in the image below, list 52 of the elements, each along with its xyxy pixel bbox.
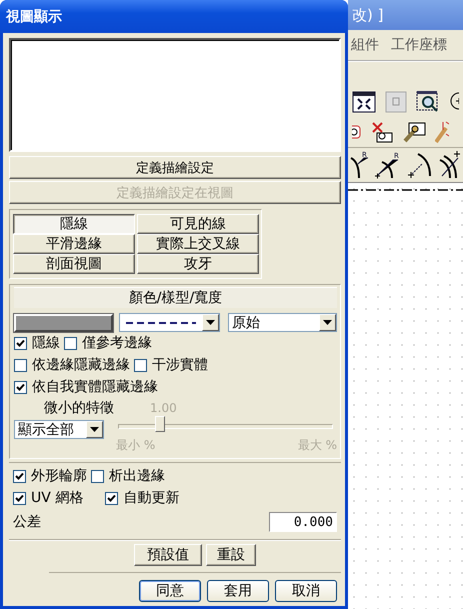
slider-value: 1.00 [150,401,177,415]
menu-item[interactable]: 組件 [351,36,379,54]
display-mode-button[interactable]: 平滑邊緣 [13,234,135,254]
dialog-button[interactable]: 同意 [139,580,201,602]
zoom-fit-icon[interactable] [352,91,376,113]
tolerance-field[interactable]: 0.000 [269,512,337,532]
check-icon [16,338,25,348]
dropdown-arrow-icon [322,320,332,325]
slider-thumb[interactable] [155,416,166,432]
checkbox[interactable]: 外形輪廓 [13,467,87,485]
small-features-label: 微小的特徵 [44,399,114,417]
color-swatch[interactable] [14,314,114,332]
dialog-button[interactable]: 套用 [207,580,269,602]
display-mode-button[interactable]: 攻牙 [137,254,259,274]
display-mode-button[interactable]: 隱線 [13,214,135,234]
check-icon [15,494,24,502]
show-dropdown[interactable]: 顯示全部 [14,420,104,439]
checkbox[interactable]: 析出邊緣 [91,467,165,485]
zoom-icon[interactable] [449,92,459,112]
line-style-dropdown[interactable] [119,313,220,332]
concentric-arcs-icon[interactable] [438,150,462,180]
checkbox[interactable]: 自動更新 [105,489,180,507]
window-title: 視圖顯示 [6,8,62,26]
section-header: 顏色/樣型/寬度 [14,287,337,308]
check-icon [15,472,24,480]
check-icon [107,494,116,502]
display-mode-button[interactable]: 實際上交叉線 [137,234,259,254]
reset-button[interactable]: 預設值 [134,544,202,566]
checkbox[interactable]: UV 網格 [13,489,84,507]
dropdown-arrow-icon [90,427,99,432]
display-mode-button[interactable]: 剖面視圖 [13,254,135,274]
checkbox[interactable]: 依邊緣隱藏邊緣 [14,356,130,374]
window-title: 改) ] [352,6,384,24]
display-mode-button[interactable]: 可見的線 [137,214,259,234]
check-icon [16,382,25,392]
tolerance-label: 公差 [13,513,41,531]
checkbox[interactable]: 依自我實體隱藏邊緣 [14,378,158,396]
reset-button[interactable]: 重設 [206,544,256,566]
delete-box-icon[interactable] [371,121,393,143]
checkbox[interactable]: 僅參考邊緣 [64,334,152,352]
checkbox[interactable]: 干涉實體 [134,356,208,374]
define-render-button[interactable]: 定義描繪設定 [9,156,341,179]
min-label: 最小 % [116,437,156,454]
max-label: 最大 % [298,437,337,454]
line-width-dropdown[interactable]: 原始 [228,313,337,332]
wrench-icon[interactable] [402,121,426,143]
dashed-line-sample [126,320,196,324]
checkbox[interactable]: 隱線 [14,334,60,352]
dialog-button[interactable]: 取消 [275,580,337,602]
menu-item[interactable]: 工作座標 [391,36,447,54]
magnifier-icon[interactable] [416,90,440,114]
dropdown-arrow-icon [206,320,216,325]
